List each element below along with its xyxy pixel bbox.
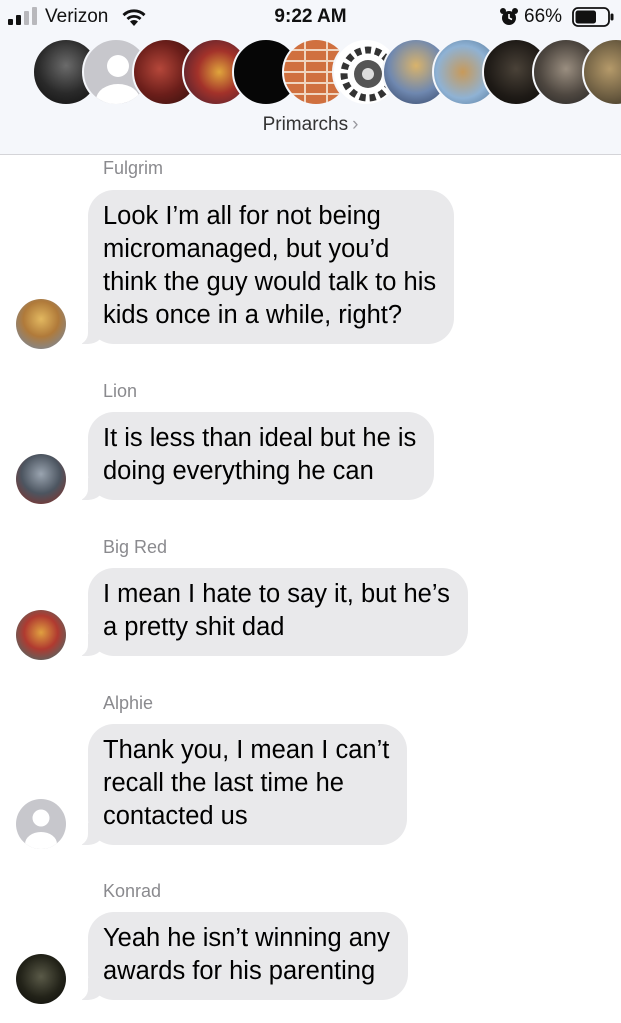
chevron-right-icon: › — [352, 114, 359, 135]
conversation-title: Primarchs — [262, 114, 349, 135]
sender-avatar[interactable] — [16, 799, 66, 849]
sender-name: Big Red — [103, 537, 168, 557]
message-bubble[interactable]: I mean I hate to say it, but he’s a pret… — [72, 568, 468, 657]
message-group-2: Lion It is less than ideal but he is doi… — [0, 381, 621, 506]
sender-name: Konrad — [103, 881, 162, 901]
message-text-line: kids once in a while, right? — [103, 301, 403, 329]
message-text-line: Thank you, I mean I can’t — [103, 736, 390, 764]
sender-name: Lion — [103, 381, 138, 401]
message-text-line: I mean I hate to say it, but he’s — [103, 580, 450, 608]
message-bubble[interactable]: Thank you, I mean I can’t recall the las… — [71, 724, 408, 846]
message-text-line: recall the last time he — [103, 769, 344, 797]
sender-avatar[interactable] — [16, 610, 66, 660]
message-text-line: doing everything he can — [103, 457, 374, 485]
message-group-1: Fulgrim Look I’m all for not being micro… — [0, 158, 621, 350]
conversation-header: Verizon 9:22 AM 66% Primarchs › — [0, 0, 621, 155]
message-bubble[interactable]: Look I’m all for not being micromanaged,… — [71, 190, 455, 345]
message-text-line: Yeah he isn’t winning any — [103, 924, 390, 952]
message-group-5: Konrad Yeah he isn’t winning any awards … — [0, 881, 621, 1011]
message-text-line: awards for his parenting — [103, 957, 376, 985]
sender-avatar[interactable] — [16, 954, 66, 1004]
battery-icon — [572, 7, 614, 27]
sender-avatar[interactable] — [16, 299, 66, 349]
participant-avatars-row[interactable] — [0, 38, 621, 108]
battery-percentage: 66% — [524, 6, 563, 27]
sender-avatar[interactable] — [16, 454, 66, 504]
message-bubble[interactable]: It is less than ideal but he is doing ev… — [71, 412, 435, 501]
conversation-title-button[interactable]: Primarchs › — [0, 114, 621, 136]
message-group-3: Big Red I mean I hate to say it, but he’… — [0, 537, 621, 662]
status-bar: Verizon 9:22 AM 66% — [0, 0, 621, 34]
sender-name: Fulgrim — [103, 158, 164, 178]
message-text-line: micromanaged, but you’d — [103, 235, 390, 263]
message-group-4: Alphie Thank you, I mean I can’t recall … — [0, 693, 621, 853]
message-text-line: think the guy would talk to his — [103, 268, 437, 296]
message-text-line: It is less than ideal but he is — [103, 424, 417, 452]
message-bubble[interactable]: Yeah he isn’t winning any awards for his… — [72, 912, 408, 1001]
message-text-line: a pretty shit dad — [103, 613, 285, 641]
alarm-clock-icon — [500, 8, 518, 25]
message-text-line: contacted us — [103, 802, 248, 830]
message-text-line: Look I’m all for not being — [103, 202, 381, 230]
default-person-icon — [25, 809, 57, 849]
sender-name: Alphie — [103, 693, 154, 713]
